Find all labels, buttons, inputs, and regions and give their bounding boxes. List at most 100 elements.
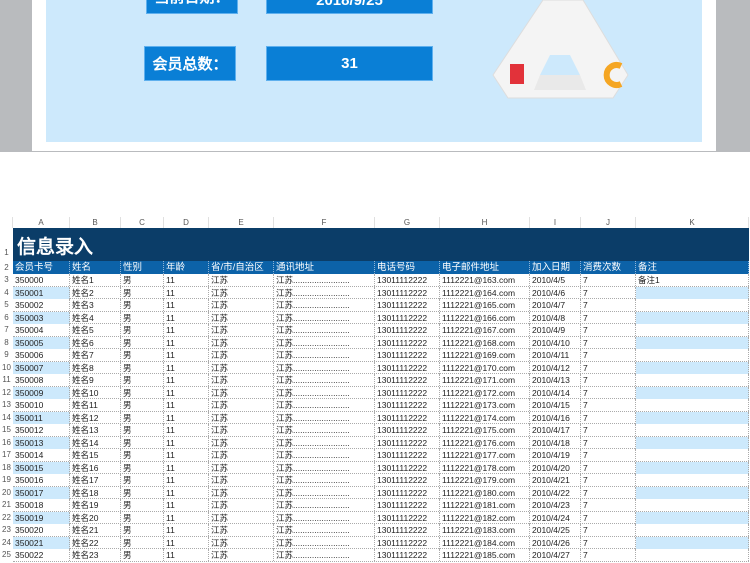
table-cell[interactable]: 2010/4/9 bbox=[530, 324, 581, 336]
table-cell[interactable]: 江苏 bbox=[209, 536, 274, 549]
table-cell[interactable]: 13011112222 bbox=[375, 536, 440, 549]
table-cell[interactable]: 江苏 bbox=[209, 436, 274, 449]
table-cell[interactable]: 姓名19 bbox=[70, 499, 121, 511]
table-cell[interactable]: 2010/4/5 bbox=[530, 274, 581, 286]
table-cell[interactable]: 姓名4 bbox=[70, 311, 121, 324]
table-cell[interactable]: 1112221@183.com bbox=[440, 524, 530, 536]
table-cell[interactable] bbox=[636, 461, 749, 474]
table-cell[interactable]: 2010/4/7 bbox=[530, 299, 581, 311]
table-cell[interactable]: 姓名22 bbox=[70, 536, 121, 549]
table-cell[interactable]: 7 bbox=[581, 361, 636, 374]
column-header-k[interactable]: K bbox=[636, 217, 749, 228]
table-cell[interactable]: 江苏 bbox=[209, 424, 274, 436]
table-cell[interactable]: 姓名12 bbox=[70, 411, 121, 424]
table-cell[interactable] bbox=[636, 349, 749, 361]
table-cell[interactable]: 姓名9 bbox=[70, 374, 121, 386]
table-cell[interactable]: 350010 bbox=[13, 399, 70, 411]
table-cell[interactable]: 姓名2 bbox=[70, 286, 121, 299]
table-cell[interactable]: 350012 bbox=[13, 424, 70, 436]
row-number[interactable]: 15 bbox=[0, 424, 13, 437]
table-cell[interactable]: 2010/4/10 bbox=[530, 336, 581, 349]
table-cell[interactable]: 江苏 bbox=[209, 374, 274, 386]
table-cell[interactable]: 男 bbox=[121, 274, 164, 286]
table-cell[interactable]: 2010/4/22 bbox=[530, 486, 581, 499]
table-cell[interactable]: 2010/4/25 bbox=[530, 524, 581, 536]
table-cell[interactable]: 江苏 bbox=[209, 274, 274, 286]
column-header-a[interactable]: A bbox=[13, 217, 70, 228]
table-cell[interactable]: 7 bbox=[581, 349, 636, 361]
table-cell[interactable]: 350016 bbox=[13, 474, 70, 486]
table-cell[interactable]: 13011112222 bbox=[375, 336, 440, 349]
table-cell[interactable]: 13011112222 bbox=[375, 461, 440, 474]
table-cell[interactable]: 2010/4/21 bbox=[530, 474, 581, 486]
table-cell[interactable]: 7 bbox=[581, 299, 636, 311]
row-number[interactable]: 14 bbox=[0, 412, 13, 425]
table-cell[interactable]: 13011112222 bbox=[375, 274, 440, 286]
table-cell[interactable]: 备注1 bbox=[636, 274, 749, 286]
table-cell[interactable] bbox=[636, 336, 749, 349]
table-cell[interactable]: 350018 bbox=[13, 499, 70, 511]
table-cell[interactable]: 11 bbox=[164, 299, 209, 311]
table-cell[interactable]: 7 bbox=[581, 386, 636, 399]
table-cell[interactable]: 350008 bbox=[13, 374, 70, 386]
table-cell[interactable]: 13011112222 bbox=[375, 311, 440, 324]
table-cell[interactable]: 11 bbox=[164, 411, 209, 424]
table-cell[interactable]: 江苏 bbox=[209, 349, 274, 361]
table-cell[interactable]: 姓名18 bbox=[70, 486, 121, 499]
table-cell[interactable]: 13011112222 bbox=[375, 499, 440, 511]
table-cell[interactable]: 江苏 bbox=[209, 361, 274, 374]
table-cell[interactable]: 1112221@180.com bbox=[440, 486, 530, 499]
table-cell[interactable]: 男 bbox=[121, 361, 164, 374]
table-cell[interactable]: 男 bbox=[121, 286, 164, 299]
table-cell[interactable]: 姓名3 bbox=[70, 299, 121, 311]
table-cell[interactable]: 男 bbox=[121, 374, 164, 386]
table-cell[interactable]: 姓名6 bbox=[70, 336, 121, 349]
table-cell[interactable]: 13011112222 bbox=[375, 449, 440, 461]
row-number[interactable]: 11 bbox=[0, 374, 13, 387]
select-all-corner[interactable] bbox=[0, 217, 13, 228]
table-cell[interactable] bbox=[636, 449, 749, 461]
table-cell[interactable]: 江苏........................ bbox=[274, 549, 375, 561]
table-cell[interactable]: 男 bbox=[121, 461, 164, 474]
row-number[interactable]: 3 bbox=[0, 274, 13, 287]
table-cell[interactable] bbox=[636, 511, 749, 524]
row-number[interactable]: 18 bbox=[0, 462, 13, 475]
table-cell[interactable] bbox=[636, 411, 749, 424]
table-cell[interactable]: 江苏 bbox=[209, 474, 274, 486]
table-cell[interactable]: 13011112222 bbox=[375, 386, 440, 399]
table-cell[interactable]: 13011112222 bbox=[375, 374, 440, 386]
table-cell[interactable]: 2010/4/8 bbox=[530, 311, 581, 324]
table-cell[interactable]: 11 bbox=[164, 399, 209, 411]
table-cell[interactable]: 江苏 bbox=[209, 549, 274, 561]
column-header-g[interactable]: G bbox=[375, 217, 440, 228]
table-cell[interactable] bbox=[636, 536, 749, 549]
table-cell[interactable]: 350000 bbox=[13, 274, 70, 286]
table-cell[interactable]: 2010/4/13 bbox=[530, 374, 581, 386]
table-cell[interactable]: 350022 bbox=[13, 549, 70, 561]
table-cell[interactable]: 江苏........................ bbox=[274, 486, 375, 499]
table-cell[interactable]: 1112221@182.com bbox=[440, 511, 530, 524]
table-cell[interactable] bbox=[636, 474, 749, 486]
table-cell[interactable]: 7 bbox=[581, 324, 636, 336]
table-cell[interactable]: 11 bbox=[164, 349, 209, 361]
table-cell[interactable]: 姓名11 bbox=[70, 399, 121, 411]
table-cell[interactable]: 姓名5 bbox=[70, 324, 121, 336]
table-cell[interactable] bbox=[636, 311, 749, 324]
table-cell[interactable]: 7 bbox=[581, 399, 636, 411]
table-cell[interactable]: 2010/4/12 bbox=[530, 361, 581, 374]
table-cell[interactable]: 2010/4/17 bbox=[530, 424, 581, 436]
table-cell[interactable]: 7 bbox=[581, 499, 636, 511]
header-cell[interactable]: 姓名 bbox=[70, 261, 121, 274]
table-cell[interactable]: 2010/4/20 bbox=[530, 461, 581, 474]
table-cell[interactable]: 江苏 bbox=[209, 324, 274, 336]
table-cell[interactable]: 7 bbox=[581, 511, 636, 524]
table-cell[interactable]: 江苏 bbox=[209, 486, 274, 499]
table-cell[interactable]: 1112221@178.com bbox=[440, 461, 530, 474]
table-cell[interactable]: 江苏 bbox=[209, 524, 274, 536]
table-cell[interactable]: 11 bbox=[164, 424, 209, 436]
table-cell[interactable]: 男 bbox=[121, 536, 164, 549]
header-cell[interactable]: 消费次数 bbox=[581, 261, 636, 274]
row-number[interactable]: 8 bbox=[0, 337, 13, 350]
table-cell[interactable]: 7 bbox=[581, 461, 636, 474]
table-cell[interactable]: 350021 bbox=[13, 536, 70, 549]
